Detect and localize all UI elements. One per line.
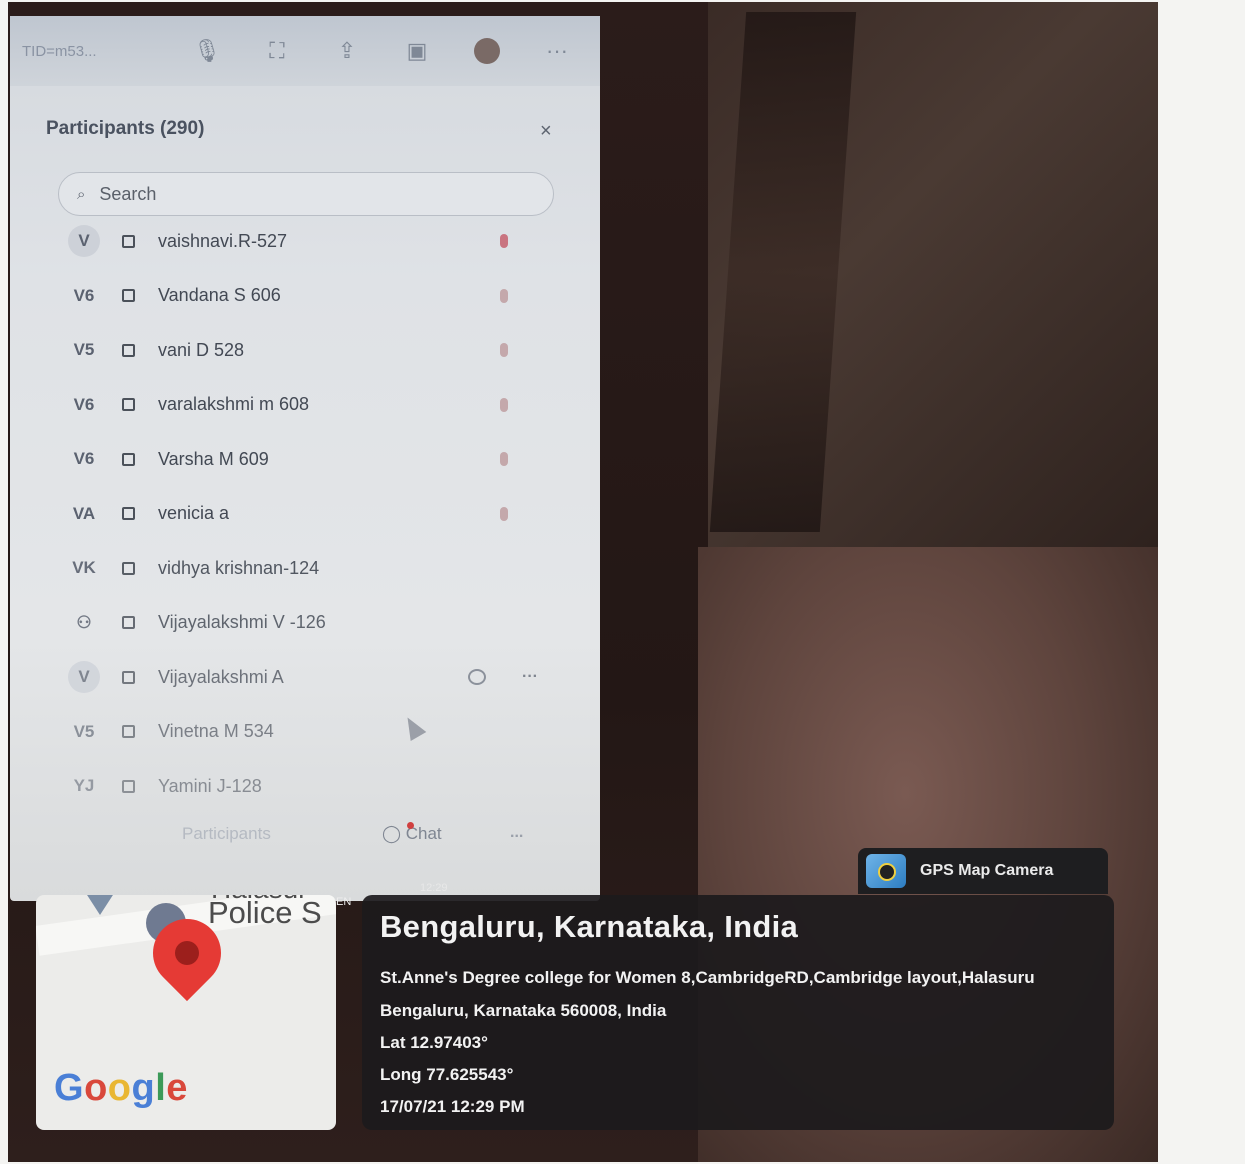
navigation-icon xyxy=(78,895,122,915)
participant-name: Vinetna M 534 xyxy=(158,721,274,741)
location-longitude: Long 77.625543° xyxy=(380,1065,514,1084)
chat-icon: ◯ xyxy=(382,824,406,843)
gps-badge-label: GPS Map Camera xyxy=(920,862,1054,879)
map-thumbnail: Halasur Police S Google xyxy=(36,895,336,1130)
participant-initials: VA xyxy=(72,503,96,523)
mic-muted-icon xyxy=(500,288,508,303)
chat-bubble-icon[interactable] xyxy=(468,669,486,685)
video-off-icon xyxy=(122,452,135,466)
participant-name: vidhya krishnan-124 xyxy=(158,557,320,578)
more-icon[interactable]: ··· xyxy=(522,38,592,64)
panel-bottom-bar: Participants ◯ Chat ... xyxy=(10,822,600,868)
participant-row[interactable]: V5 Vinetna M 534 xyxy=(10,712,600,752)
location-datetime: 17/07/21 12:29 PM xyxy=(380,1097,525,1116)
location-city: Bengaluru, Karnataka, India xyxy=(380,909,799,944)
participant-initials: V5 xyxy=(73,721,95,741)
video-off-icon xyxy=(122,779,135,793)
search-input[interactable] xyxy=(99,183,500,205)
gps-map-camera-badge: GPS Map Camera xyxy=(858,848,1108,894)
participant-row[interactable]: VK vidhya krishnan-124 xyxy=(10,548,600,588)
participant-initials: V6 xyxy=(73,394,95,414)
participant-name: vani D 528 xyxy=(158,339,245,360)
participant-row[interactable]: ⚇ Vijayalakshmi V -126 xyxy=(10,603,600,643)
meeting-id: TID=m53... xyxy=(22,42,97,60)
video-off-icon xyxy=(122,670,135,684)
chat-notification-dot xyxy=(407,822,414,829)
video-off-icon xyxy=(122,289,135,302)
mic-muted-icon xyxy=(500,397,508,412)
mic-muted-icon xyxy=(500,506,508,521)
participant-initials: V6 xyxy=(73,285,95,305)
mic-icon[interactable]: 🎙 xyxy=(172,38,242,64)
participant-initials: YJ xyxy=(73,776,95,795)
video-off-icon xyxy=(122,561,135,575)
map-time-label: 12:29 xyxy=(420,882,448,894)
camera-app-icon xyxy=(866,854,906,888)
participant-name: varalakshmi m 608 xyxy=(158,394,310,414)
map-place-label: Police S xyxy=(208,895,322,930)
video-off-icon xyxy=(122,343,135,357)
participant-name: Vijayalakshmi A xyxy=(158,666,284,687)
participant-initials: V5 xyxy=(73,340,95,359)
participant-name: Vandana S 606 xyxy=(158,285,281,305)
location-latitude: Lat 12.97403° xyxy=(380,1033,488,1052)
participant-initials: V xyxy=(68,661,100,693)
share-icon[interactable]: ⇪ xyxy=(312,38,382,64)
participant-name: Varsha M 609 xyxy=(158,448,269,469)
participant-name: vaishnavi.R-527 xyxy=(158,230,288,251)
participant-row[interactable]: V6 varalakshmi m 608 xyxy=(10,385,600,425)
mic-muted-icon xyxy=(500,343,508,357)
participant-initials: VK xyxy=(72,558,96,577)
map-en-label: EN xyxy=(336,896,352,908)
video-off-icon xyxy=(122,725,135,738)
video-off-icon xyxy=(122,616,135,629)
avatar[interactable] xyxy=(474,38,500,64)
search-box[interactable]: ⌕ xyxy=(58,172,554,216)
participant-name: venicia a xyxy=(158,503,230,523)
participant-row[interactable]: Vvaishnavi.R-527 xyxy=(10,221,600,261)
search-icon: ⌕ xyxy=(77,185,86,203)
participant-row[interactable]: V6 Vandana S 606 xyxy=(10,276,600,316)
participants-window: TID=m53... 🎙 ⛶ ⇪ ▣ ··· Participants (290… xyxy=(10,16,600,901)
row-more-icon[interactable]: ··· xyxy=(522,668,538,686)
participant-row[interactable]: VA venicia a xyxy=(10,494,600,534)
meeting-toolbar: TID=m53... 🎙 ⛶ ⇪ ▣ ··· xyxy=(10,16,600,86)
participant-initials: V6 xyxy=(73,449,95,468)
reactions-icon[interactable]: ▣ xyxy=(382,38,452,64)
panel-title: Participants (290) xyxy=(46,118,205,139)
more-options-button[interactable]: ... xyxy=(510,824,523,842)
google-logo: Google xyxy=(54,1067,188,1109)
video-off-icon xyxy=(122,398,135,411)
participant-row[interactable]: YJ Yamini J-128 xyxy=(10,766,600,806)
participant-name: Vijayalakshmi V -126 xyxy=(158,612,326,632)
location-info-card: Bengaluru, Karnataka, India St.Anne's De… xyxy=(362,895,1114,1130)
participants-tab-label: Participants xyxy=(182,824,271,843)
video-off-icon xyxy=(122,234,135,248)
participant-row[interactable]: V Vijayalakshmi A ··· xyxy=(10,657,600,697)
participant-row[interactable]: V5 vani D 528 xyxy=(10,330,600,370)
participant-initials: V xyxy=(68,225,100,257)
mic-muted-icon xyxy=(500,234,508,248)
participant-name: Yamini J-128 xyxy=(158,775,262,796)
mic-muted-icon xyxy=(500,452,508,466)
location-address: St.Anne's Degree college for Women 8,Cam… xyxy=(380,968,1035,1020)
close-icon[interactable]: × xyxy=(540,120,552,143)
participants-tab[interactable]: Participants xyxy=(182,824,271,844)
person-icon: ⚇ xyxy=(76,612,92,632)
video-icon[interactable]: ⛶ xyxy=(242,38,312,64)
video-off-icon xyxy=(122,507,135,520)
participant-row[interactable]: V6 Varsha M 609 xyxy=(10,439,600,479)
